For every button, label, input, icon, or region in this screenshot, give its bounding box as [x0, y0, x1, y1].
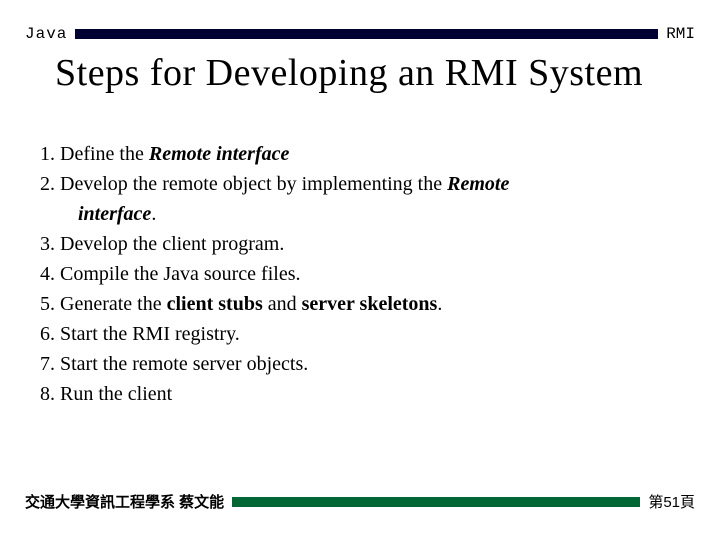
footer-bar-row: 交通大學資訊工程學系 蔡文能 第51頁: [0, 491, 720, 512]
step-1: 1. Define the Remote interface: [40, 140, 680, 169]
step-text: and: [263, 293, 302, 315]
footer-left-label: 交通大學資訊工程學系 蔡文能: [25, 491, 224, 512]
step-4: 4. Compile the Java source files.: [40, 260, 680, 289]
step-text: .: [437, 293, 442, 315]
step-emph: server skeletons: [302, 293, 438, 315]
step-text: 5. Generate the: [40, 293, 167, 315]
steps-list: 1. Define the Remote interface 2. Develo…: [0, 95, 720, 409]
step-3: 3. Develop the client program.: [40, 230, 680, 259]
header-rule: [75, 29, 658, 39]
step-2-cont: interface.: [40, 200, 680, 229]
step-emph: Remote interface: [149, 143, 290, 165]
step-emph: interface: [78, 203, 151, 225]
step-text: 2. Develop the remote object by implemen…: [40, 173, 447, 195]
footer-page-number: 第51頁: [648, 491, 695, 512]
header-left-label: Java: [25, 25, 67, 43]
step-7: 7. Start the remote server objects.: [40, 350, 680, 379]
header-right-label: RMI: [666, 25, 695, 43]
header-bar-row: Java RMI: [0, 0, 720, 43]
step-emph: client stubs: [167, 293, 263, 315]
step-5: 5. Generate the client stubs and server …: [40, 290, 680, 319]
step-8: 8. Run the client: [40, 380, 680, 409]
step-emph: Remote: [447, 173, 509, 195]
page-title: Steps for Developing an RMI System: [0, 43, 720, 95]
step-text: .: [151, 203, 156, 225]
step-2: 2. Develop the remote object by implemen…: [40, 170, 680, 199]
step-text: 1. Define the: [40, 143, 149, 165]
step-6: 6. Start the RMI registry.: [40, 320, 680, 349]
footer-rule: [232, 497, 640, 507]
